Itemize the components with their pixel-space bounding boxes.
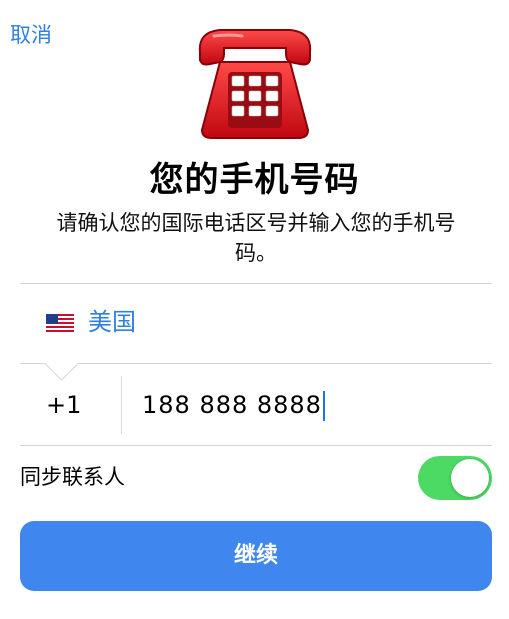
cancel-button[interactable]: 取消 [10, 20, 52, 50]
country-code[interactable]: +1 [46, 388, 81, 422]
sync-contacts-toggle[interactable] [418, 456, 492, 500]
divider-bottom [20, 445, 492, 446]
telephone-icon [198, 29, 312, 139]
page-subtitle: 请确认您的国际电话区号并输入您的手机号码。 [56, 211, 456, 265]
sync-contacts-label: 同步联系人 [20, 465, 125, 489]
text-caret [322, 391, 325, 421]
divider-middle [20, 363, 492, 364]
country-selector[interactable]: 美国 [0, 283, 509, 363]
phone-number-value: 188 888 8888 [142, 391, 322, 419]
code-separator [121, 376, 122, 434]
us-flag-icon [46, 314, 74, 332]
phone-number-input[interactable]: 188 888 8888 [142, 388, 325, 422]
page-title: 您的手机号码 [149, 160, 360, 200]
country-name: 美国 [88, 308, 136, 336]
continue-button[interactable]: 继续 [20, 521, 492, 591]
toggle-knob [451, 459, 489, 497]
